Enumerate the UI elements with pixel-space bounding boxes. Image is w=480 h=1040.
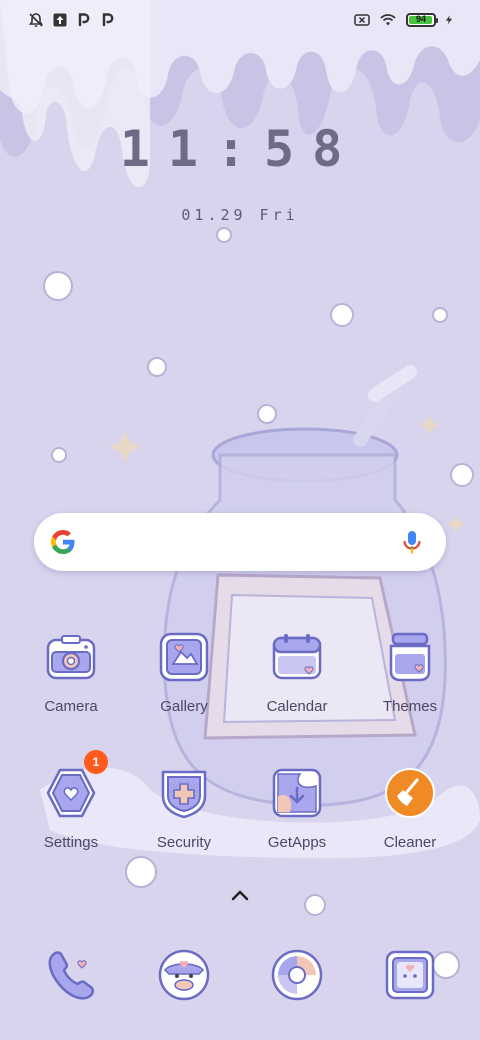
themes-jar-icon <box>389 632 431 682</box>
security-shield-icon <box>161 770 207 819</box>
dock-browser[interactable] <box>270 948 324 1002</box>
cleaner-broom-icon <box>385 768 435 818</box>
parking-icon <box>102 13 114 26</box>
getapps-icon <box>272 768 322 818</box>
app-calendar[interactable]: Calendar <box>242 630 352 715</box>
app-security[interactable]: Security <box>129 766 239 851</box>
app-gallery[interactable]: Gallery <box>129 630 239 715</box>
app-label: Calendar <box>266 698 328 715</box>
app-label: Themes <box>382 698 438 715</box>
messages-cow-icon <box>158 949 210 1001</box>
notes-icon <box>385 950 435 1000</box>
dock-notes[interactable] <box>383 948 437 1002</box>
app-getapps[interactable]: GetApps <box>242 766 352 851</box>
dock-phone[interactable] <box>44 948 98 1002</box>
gallery-icon <box>159 632 209 682</box>
status-left-icons <box>28 12 116 28</box>
app-cleaner[interactable]: Cleaner <box>355 766 465 851</box>
settings-hexagon-icon <box>46 768 96 818</box>
google-g-icon <box>51 530 75 554</box>
calendar-icon <box>272 634 322 680</box>
app-label: Gallery <box>160 698 208 715</box>
phone-icon <box>48 951 94 1000</box>
battery-level: 94 <box>415 14 426 24</box>
app-label: GetApps <box>267 834 327 851</box>
app-label: Security <box>156 834 212 851</box>
sim-off-icon <box>354 14 370 26</box>
upload-icon <box>53 13 67 27</box>
clock-date[interactable]: 01.29 Fri <box>0 206 480 224</box>
battery-indicator: 94 <box>406 13 438 27</box>
app-label: Cleaner <box>383 834 437 851</box>
app-label: Camera <box>44 698 98 715</box>
camera-icon <box>46 635 96 680</box>
app-themes[interactable]: Themes <box>355 630 465 715</box>
browser-icon <box>271 949 323 1001</box>
lightning-icon <box>445 15 453 25</box>
app-camera[interactable]: Camera <box>16 630 126 715</box>
app-settings[interactable]: 1 Settings <box>16 750 126 851</box>
chevron-up-icon[interactable] <box>228 886 252 904</box>
dock-messages[interactable] <box>157 948 211 1002</box>
parking-icon <box>78 13 90 26</box>
notification-badge: 1 <box>84 750 108 774</box>
google-search-bar[interactable] <box>34 513 446 571</box>
clock-time[interactable]: 11:58 <box>0 120 480 178</box>
microphone-icon[interactable] <box>398 528 426 556</box>
notifications-muted-icon <box>28 13 44 27</box>
app-label: Settings <box>43 834 99 851</box>
status-bar: 94 <box>0 0 480 42</box>
wifi-icon <box>380 14 396 26</box>
status-right-icons: 94 <box>354 12 454 28</box>
